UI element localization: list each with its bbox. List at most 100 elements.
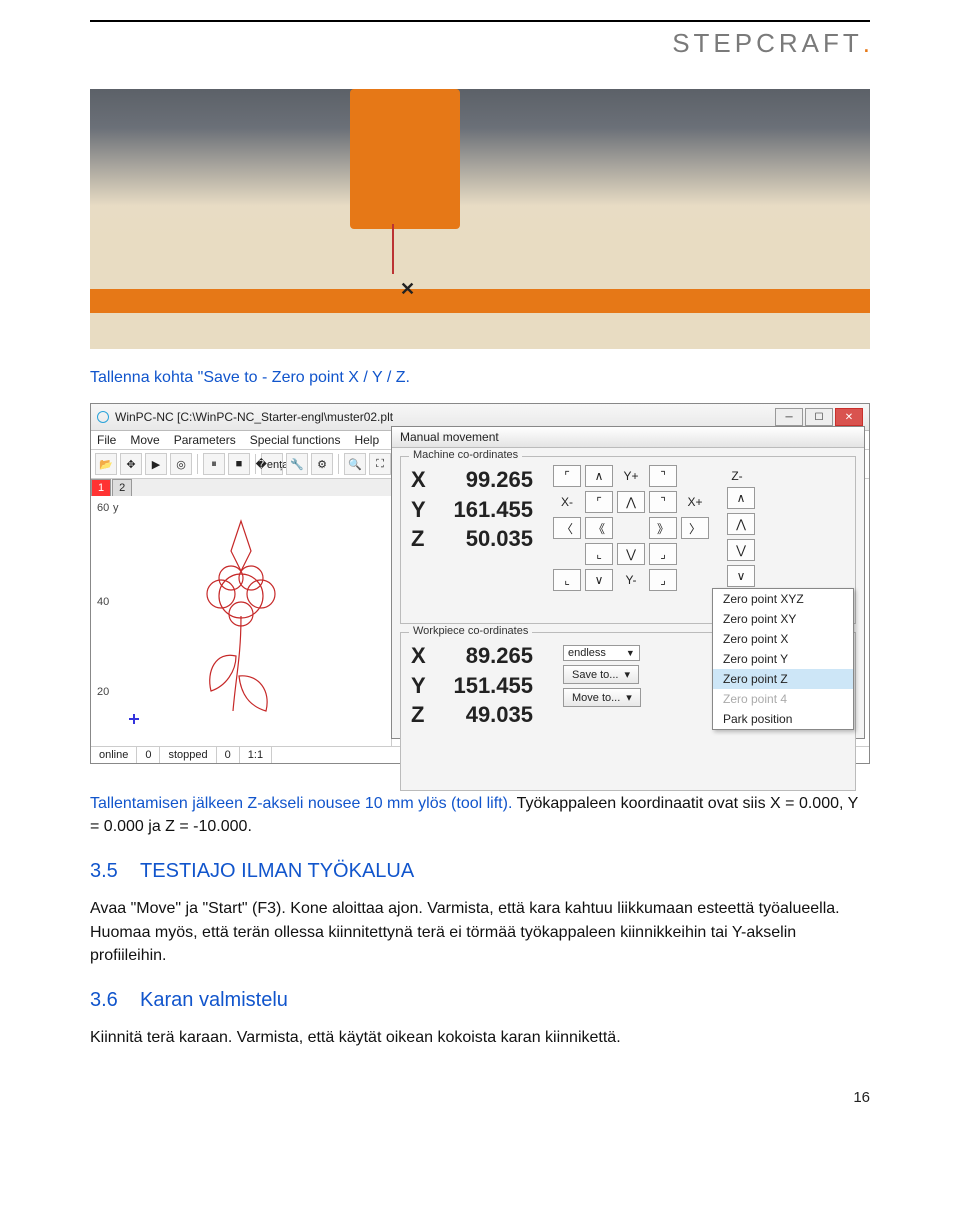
close-button[interactable]: ✕ [835,408,863,426]
lbl-ym: Y- [617,569,645,591]
step-select[interactable]: endless▼ [563,645,640,661]
window-title: WinPC-NC [C:\WinPC-NC_Starter-engl\muste… [115,410,393,424]
sec36-num: 3.6 [90,989,118,1011]
jog-xm[interactable]: 〈 [553,517,581,539]
winpcnc-window: WinPC-NC [C:\WinPC-NC_Starter-engl\muste… [90,403,870,764]
tool-zoom-icon[interactable]: 🔍 [344,453,366,475]
jog-yp[interactable]: ∧ [585,465,613,487]
tool-stop-icon[interactable]: ■ [228,453,250,475]
sec35-title: TESTIAJO ILMAN TYÖKALUA [140,860,414,882]
tool-target-icon[interactable]: ◎ [170,453,192,475]
jog-xp[interactable]: 〉 [681,517,709,539]
tool-fit-icon[interactable]: ⛶ [369,453,391,475]
tool-c-icon[interactable]: ⚙ [311,453,333,475]
chevron-down-icon: ▾ [626,691,632,704]
menu-zero-y[interactable]: Zero point Y [713,649,853,669]
save-to-button[interactable]: Save to... ▾ [563,665,639,684]
para-tool-lift: Tallentamisen jälkeen Z-akseli nousee 10… [90,795,517,812]
origin-icon [129,714,139,724]
section-3-6-heading: 3.6 Karan valmistelu [90,989,870,1012]
lbl-zm: Z- [719,465,755,487]
jog-zp[interactable]: ∨ [727,565,755,587]
save-to-label: Save to... [572,669,618,681]
jog-xm-fast[interactable]: 《 [585,517,613,539]
ytick-60: 60 [97,502,109,514]
tool-play-icon[interactable]: ▶ [145,453,167,475]
preview-plot[interactable]: 60 y 40 20 [91,496,391,746]
toolpath-preview [181,516,301,716]
step-value: endless [568,647,606,659]
jog-zm-fast[interactable]: ⋀ [727,513,755,535]
menu-zero-z[interactable]: Zero point Z [713,669,853,689]
jog-yp-fast[interactable]: ⋀ [617,491,645,513]
jog-xp-ym[interactable]: ⌟ [649,569,677,591]
status-d: 0 [217,747,240,763]
jog-xp-yp[interactable]: ⌝ [649,465,677,487]
status-stopped: stopped [160,747,216,763]
tool-a-icon[interactable]: �ența [261,453,283,475]
para-testrun: Avaa "Move" ja "Start" (F3). Kone aloitt… [90,897,870,967]
menu-zero-xy[interactable]: Zero point XY [713,609,853,629]
jog-xm-yp[interactable]: ⌜ [553,465,581,487]
group-label-wc: Workpiece co-ordinates [409,625,532,637]
jog-xm-ym-fast[interactable]: ⌞ [585,543,613,565]
jog-ym[interactable]: ∨ [585,569,613,591]
lbl-yp: Y+ [617,465,645,487]
tab-1[interactable]: 1 [91,479,111,496]
minimize-button[interactable]: ─ [775,408,803,426]
wc-y: 151.455 [433,671,533,701]
tool-open-icon[interactable]: 📂 [95,453,117,475]
menu-zero-x[interactable]: Zero point X [713,629,853,649]
brand-logo: STEPCRAFT. [90,28,870,59]
jog-xm-ym[interactable]: ⌞ [553,569,581,591]
jog-ym-fast[interactable]: ⋁ [617,543,645,565]
wc-z: 49.035 [433,700,533,730]
dialog-title[interactable]: Manual movement [392,427,864,448]
app-icon [97,411,109,423]
tool-b-icon[interactable]: 🔧 [286,453,308,475]
ylabel: y [113,502,119,514]
ytick-20: 20 [97,686,109,698]
workpiece-coords: X89.265 Y151.455 Z49.035 [411,641,533,730]
page-number: 16 [90,1089,870,1106]
menu-help[interactable]: Help [354,433,379,447]
brand-name: STEPCRAFT [672,28,863,58]
tool-move-icon[interactable]: ✥ [120,453,142,475]
menu-zero-xyz[interactable]: Zero point XYZ [713,589,853,609]
header-rule [90,20,870,22]
menu-zero-4: Zero point 4 [713,689,853,709]
lbl-xp: X+ [681,491,709,513]
menu-parameters[interactable]: Parameters [174,433,236,447]
sec36-title: Karan valmistelu [140,989,288,1011]
caption-save-zero: Tallenna kohta "Save to - Zero point X /… [90,369,870,387]
jog-xp-yp-fast[interactable]: ⌝ [649,491,677,513]
move-to-label: Move to... [572,692,620,704]
status-zoom: 1:1 [240,747,272,763]
manual-movement-dialog: Manual movement Machine co-ordinates X99… [391,426,865,739]
lbl-xm: X- [553,491,581,513]
chevron-down-icon: ▾ [624,668,630,681]
group-label-mc: Machine co-ordinates [409,449,522,461]
tool-pause-icon[interactable]: ⏸ [203,453,225,475]
machine-photo: ✕ [90,89,870,349]
zero-point-menu: Zero point XYZ Zero point XY Zero point … [712,588,854,730]
jog-xm-yp-fast[interactable]: ⌜ [585,491,613,513]
sec35-num: 3.5 [90,860,118,882]
jog-xp-fast[interactable]: 》 [649,517,677,539]
status-b: 0 [137,747,160,763]
move-to-button[interactable]: Move to... ▾ [563,688,641,707]
jog-xp-ym-fast[interactable]: ⌟ [649,543,677,565]
para-spindle: Kiinnitä terä karaan. Varmista, että käy… [90,1026,870,1049]
menu-park[interactable]: Park position [713,709,853,729]
menu-special[interactable]: Special functions [250,433,341,447]
jog-zp-fast[interactable]: ⋁ [727,539,755,561]
para-after-save: Tallentamisen jälkeen Z-akseli nousee 10… [90,792,870,838]
mc-x: 99.265 [433,465,533,495]
jog-pad: ⌜ ∧ Y+ ⌝ X- ⌜ ⋀ ⌝ X+ 〈 《 [553,465,709,591]
menu-move[interactable]: Move [130,433,159,447]
tab-2[interactable]: 2 [112,479,132,496]
maximize-button[interactable]: ☐ [805,408,833,426]
machine-coords: X99.265 Y161.455 Z50.035 [411,465,533,554]
menu-file[interactable]: File [97,433,116,447]
jog-zm[interactable]: ∧ [727,487,755,509]
